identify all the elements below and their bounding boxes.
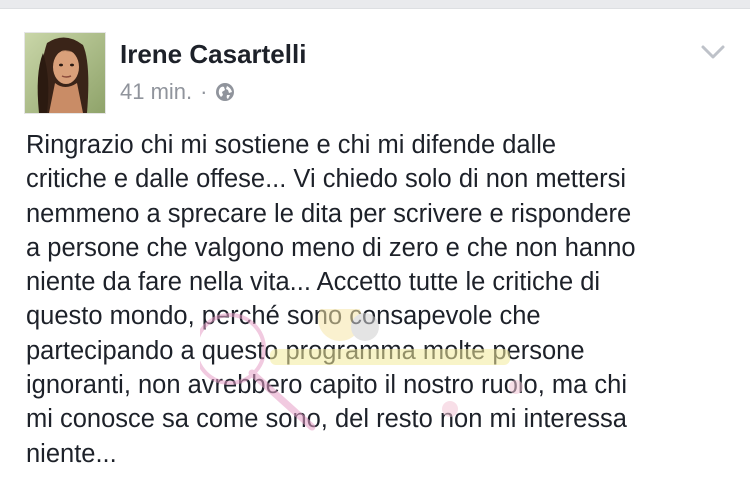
- author-name[interactable]: Irene Casartelli: [120, 39, 306, 69]
- post-time[interactable]: 41 min.: [120, 79, 192, 105]
- avatar[interactable]: [24, 32, 106, 114]
- avatar-image: [25, 33, 105, 113]
- post-meta: 41 min. ·: [120, 79, 306, 105]
- post-text: Ringrazio chi mi sostiene e chi mi difen…: [26, 131, 636, 468]
- facebook-post: Irene Casartelli 41 min. · Ringrazio chi…: [0, 9, 750, 501]
- top-divider-strip: [0, 0, 750, 9]
- globe-icon[interactable]: [215, 82, 235, 102]
- meta-separator: ·: [200, 79, 208, 104]
- chevron-down-icon[interactable]: [700, 43, 726, 61]
